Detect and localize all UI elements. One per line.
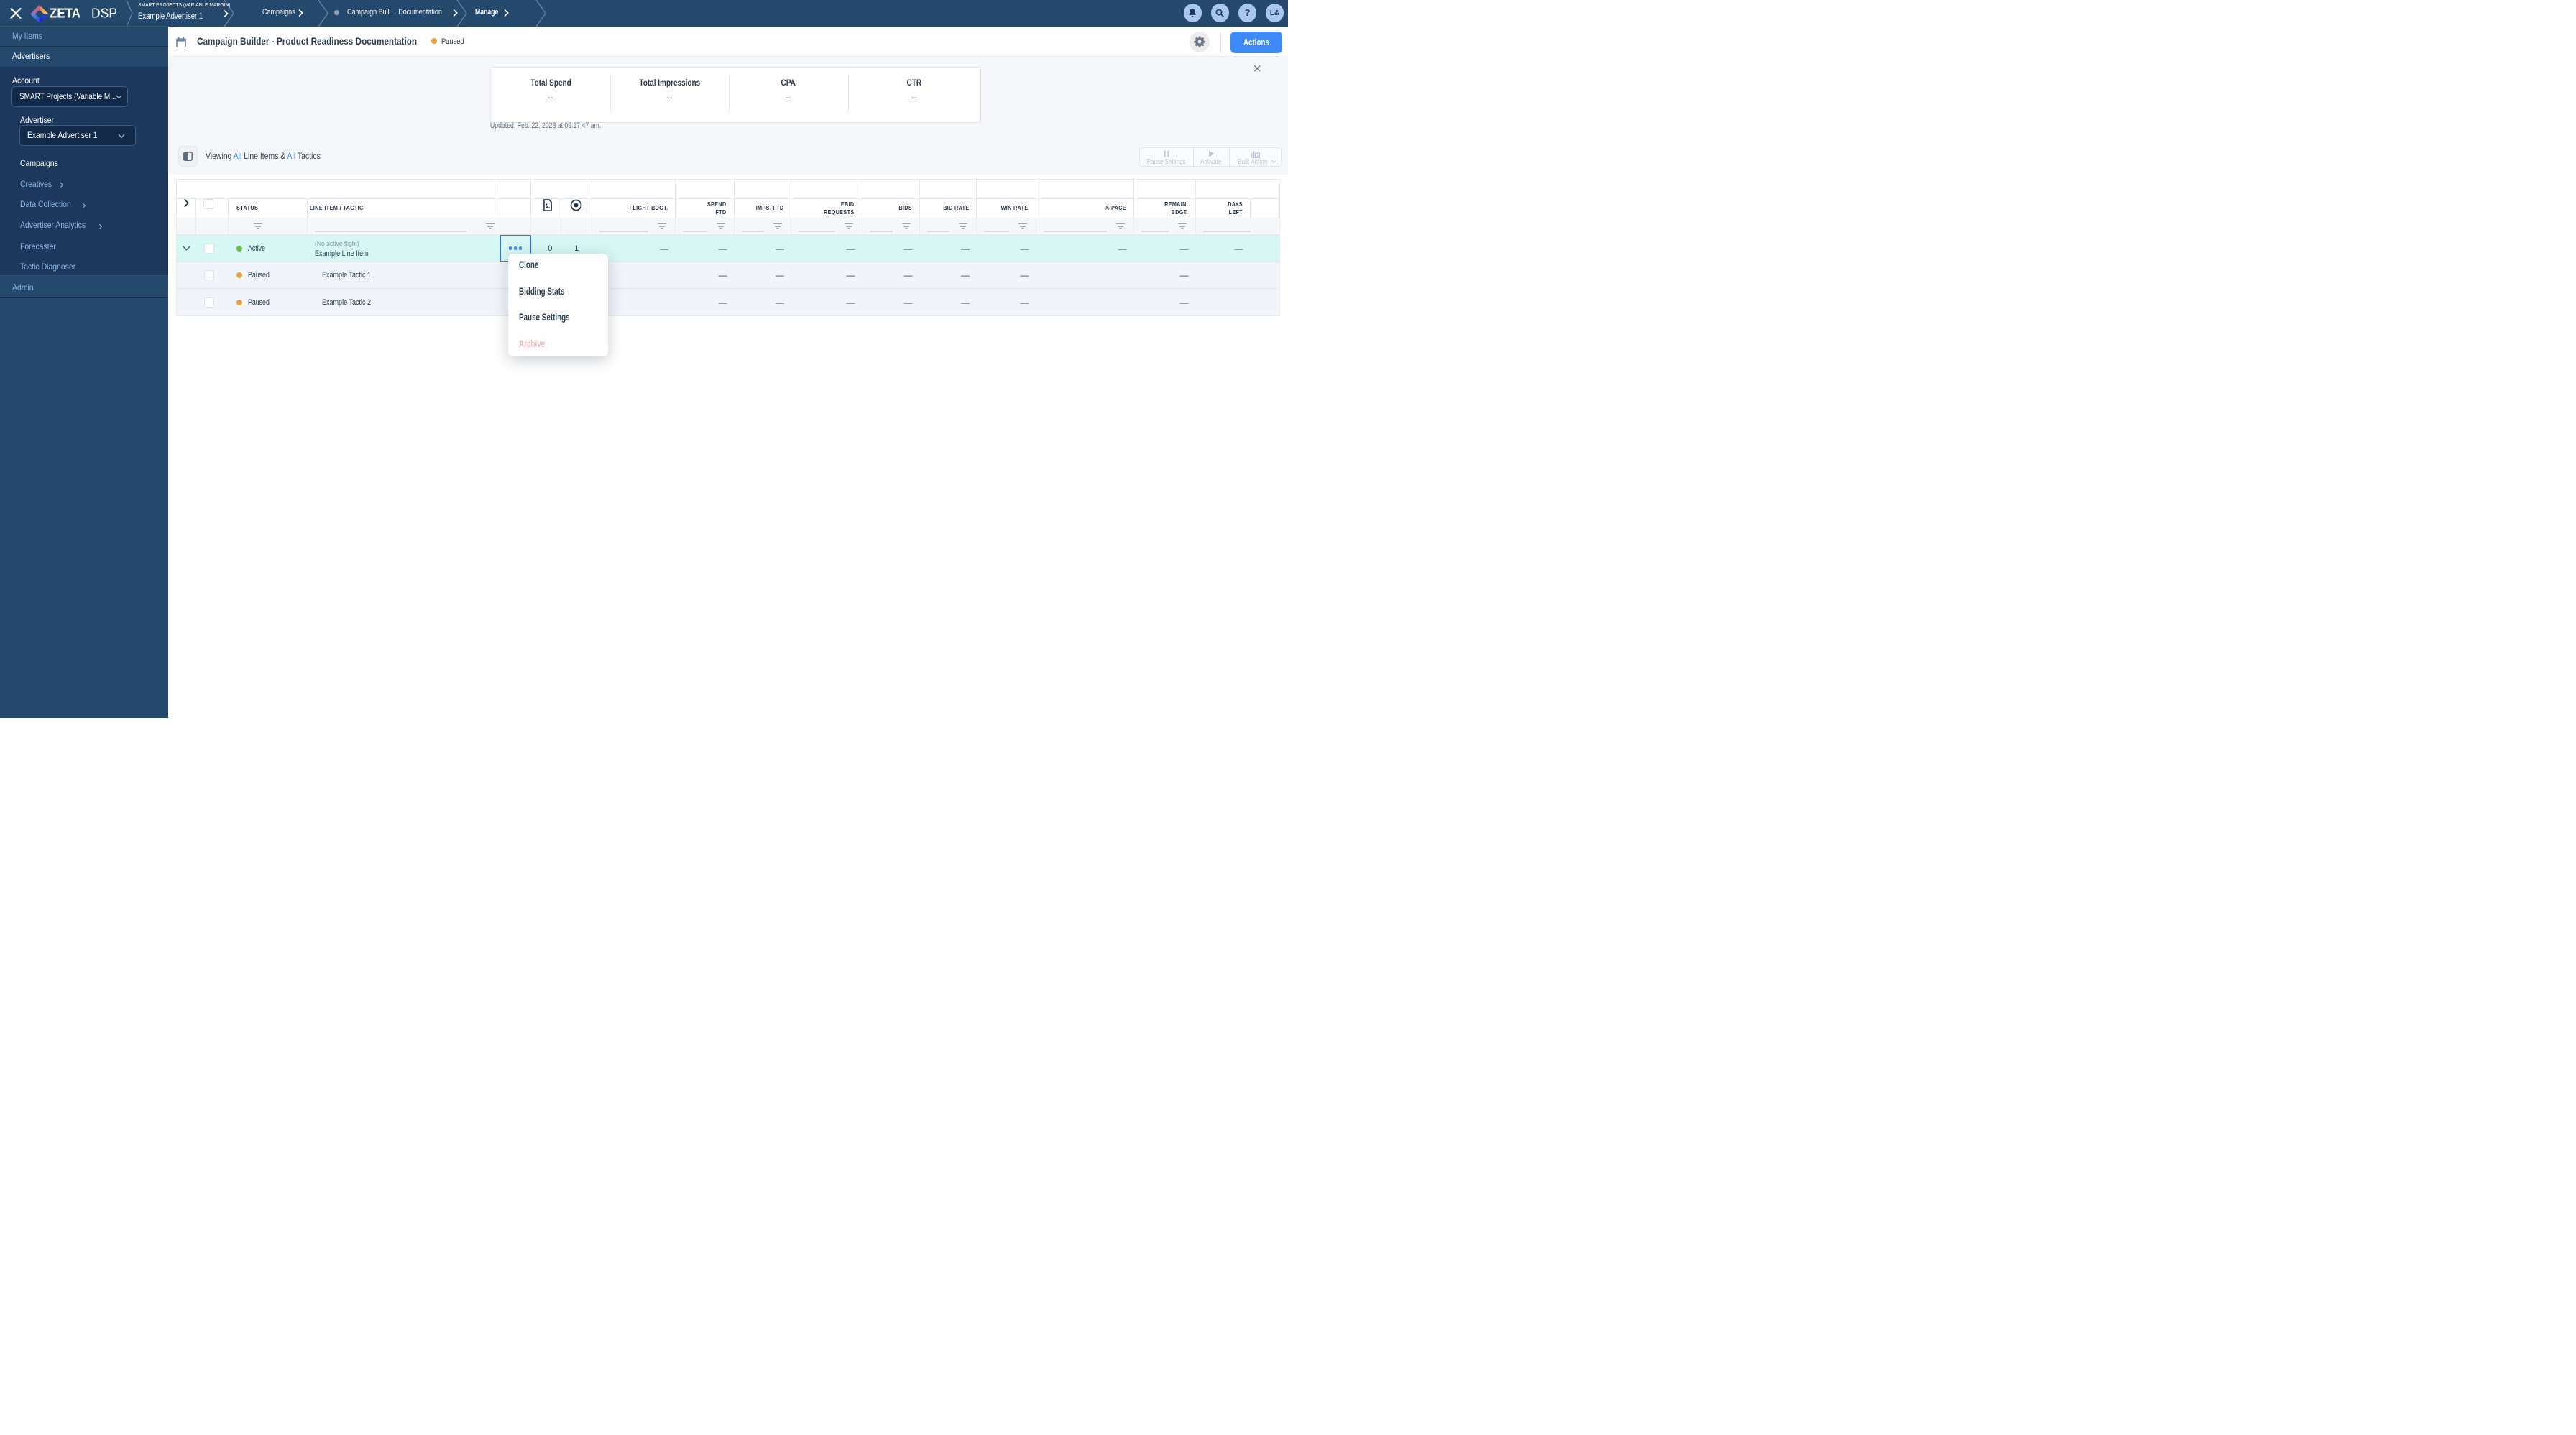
svg-text:ZETA: ZETA: [50, 7, 80, 20]
svg-text:DSP: DSP: [91, 7, 117, 20]
